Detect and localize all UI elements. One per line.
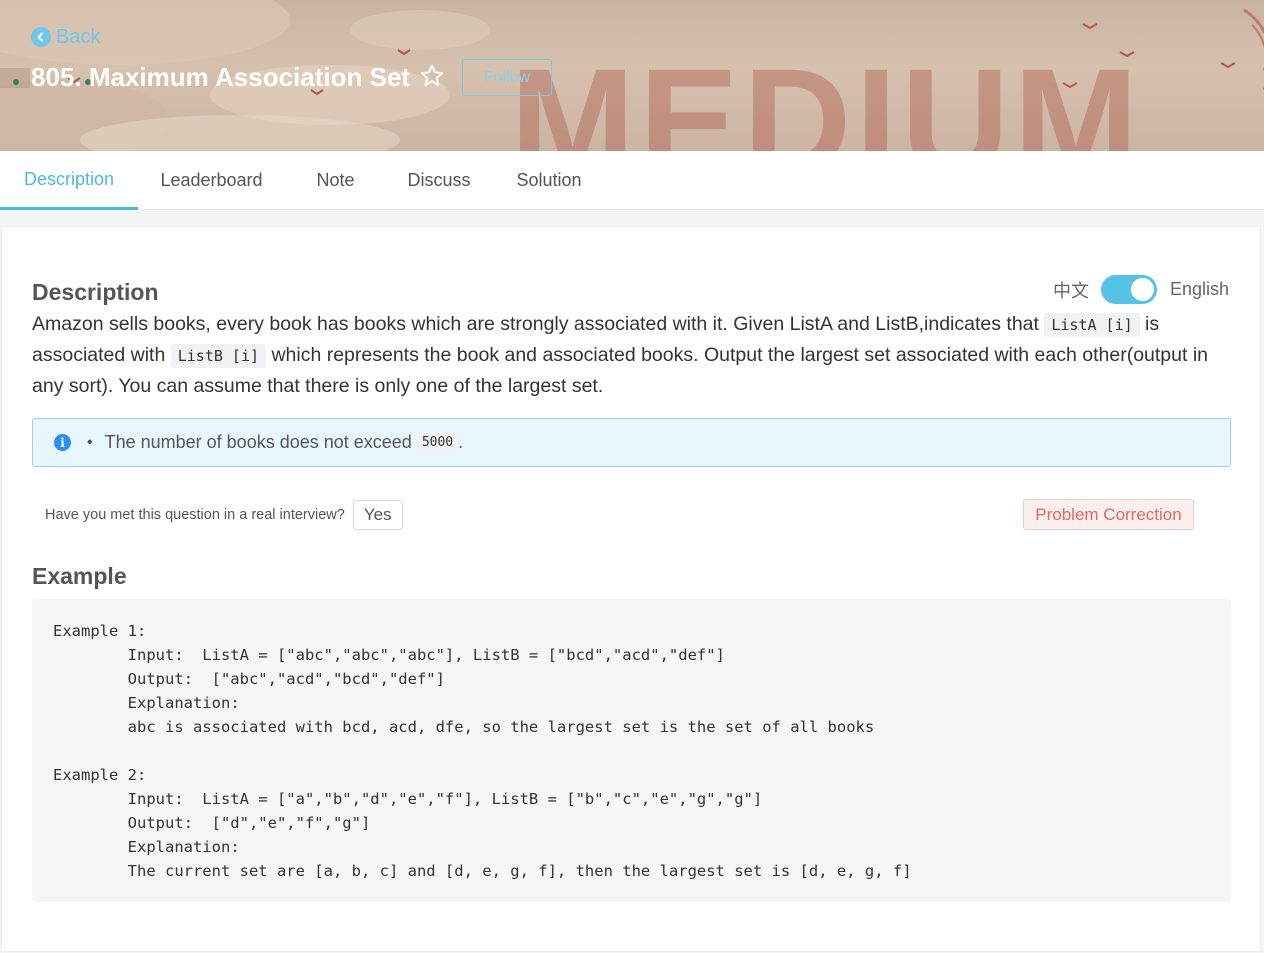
notice-suffix: . (458, 432, 464, 452)
difficulty-watermark: MEDIUM (510, 37, 1143, 151)
problem-correction-button[interactable]: Problem Correction (1023, 499, 1194, 530)
example-heading: Example (32, 563, 127, 589)
inline-code: ListB [i] (170, 344, 267, 368)
notice-text: The number of books does not exceed (104, 432, 412, 452)
notice-code: 5000 (416, 433, 459, 452)
notice-box: i • The number of books does not exceed … (32, 418, 1231, 467)
description-heading: Description (32, 279, 159, 305)
description-text: Amazon sells books, every book has books… (32, 309, 1232, 401)
toggle-knob (1130, 278, 1154, 301)
bullet-icon: • (87, 433, 93, 451)
back-label: Back (56, 25, 101, 48)
yes-button[interactable]: Yes (352, 500, 403, 530)
example-content: Example 1: Input: ListA = ["abc","abc","… (53, 622, 912, 880)
tab-description[interactable]: Description (0, 151, 138, 210)
star-icon[interactable] (419, 63, 445, 89)
lang-english-label: English (1169, 279, 1229, 299)
tab-note[interactable]: Note (285, 151, 386, 210)
chevron-left-icon (31, 27, 51, 47)
tab-discuss[interactable]: Discuss (386, 151, 492, 210)
tab-leaderboard[interactable]: Leaderboard (138, 151, 285, 210)
page-title: 805. Maximum Association Set (31, 62, 411, 92)
tab-solution[interactable]: Solution (492, 151, 606, 210)
back-link[interactable]: Back (31, 23, 100, 51)
problem-content: Description 中文 English Amazon sells book… (1, 226, 1261, 952)
tab-bar: Description Leaderboard Note Discuss Sol… (0, 151, 1264, 210)
info-icon: i (54, 434, 71, 451)
inline-code: ListA [i] (1044, 313, 1140, 337)
description-text-part: Amazon sells books, every book has books… (32, 313, 1045, 335)
interview-question-row: Have you met this question in a real int… (45, 500, 403, 530)
follow-button[interactable]: Follow (462, 59, 552, 96)
language-toggle[interactable] (1100, 275, 1157, 304)
example-code-block: Example 1: Input: ListA = ["abc","abc","… (32, 599, 1231, 902)
problem-banner: MEDIUM Back 805. Maximum Association Set… (0, 0, 1264, 151)
interview-question: Have you met this question in a real int… (45, 507, 345, 523)
language-switch: 中文 English (1053, 275, 1229, 304)
lang-chinese-label: 中文 (1052, 280, 1089, 301)
